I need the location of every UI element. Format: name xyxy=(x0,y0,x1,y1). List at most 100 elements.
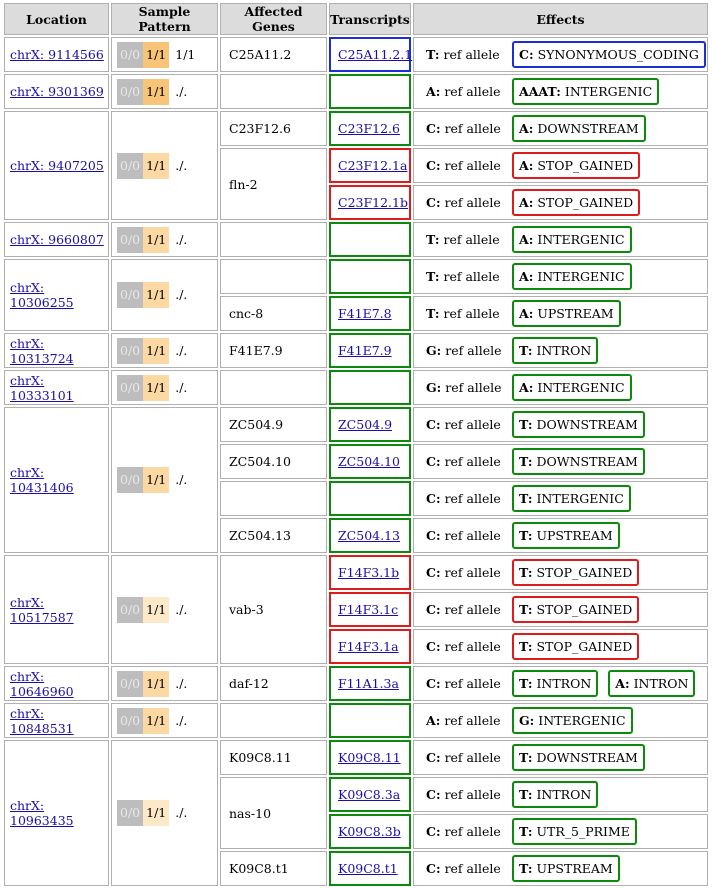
location-link[interactable]: chrX: 10517587 xyxy=(10,595,74,625)
ref-allele: C: ref allele xyxy=(426,565,512,580)
location-link[interactable]: chrX: 9114566 xyxy=(10,47,104,62)
effect-type: DOWNSTREAM xyxy=(536,417,638,432)
transcript-link[interactable]: ZC504.10 xyxy=(338,454,400,469)
effect-allele: T: xyxy=(519,750,533,765)
transcript-cell xyxy=(329,703,411,738)
effect-badge[interactable]: A: INTERGENIC xyxy=(512,263,632,290)
effect-badge[interactable]: T: INTRON xyxy=(512,781,599,808)
transcript-link[interactable]: ZC504.13 xyxy=(338,528,400,543)
transcript-link[interactable]: F14F3.1b xyxy=(338,565,399,580)
genotype-alt-badge: 1/1 xyxy=(143,374,170,401)
effect-badge[interactable]: T: DOWNSTREAM xyxy=(512,744,645,771)
ref-allele-label: ref allele xyxy=(444,713,501,728)
effect-allele: T: xyxy=(519,639,533,654)
transcript-link[interactable]: C23F12.6 xyxy=(338,121,400,136)
ref-allele-label: ref allele xyxy=(443,306,500,321)
location-link[interactable]: chrX: 10333101 xyxy=(10,373,74,403)
transcript-link[interactable]: C23F12.1a xyxy=(338,158,407,173)
sample-pattern-label: ./. xyxy=(175,157,188,173)
location-link[interactable]: chrX: 9660807 xyxy=(10,232,104,247)
location-cell: chrX: 9301369 xyxy=(4,74,109,109)
transcript-link[interactable]: K09C8.3a xyxy=(338,787,400,802)
location-link[interactable]: chrX: 10646960 xyxy=(10,669,74,699)
effect-type: INTERGENIC xyxy=(537,232,625,247)
ref-allele: C: ref allele xyxy=(426,861,512,876)
effect-badge[interactable]: T: DOWNSTREAM xyxy=(512,448,645,475)
effect-badge[interactable]: T: STOP_GAINED xyxy=(512,633,640,660)
location-link[interactable]: chrX: 9407205 xyxy=(10,158,104,173)
affected-gene-cell: F41E7.9 xyxy=(220,333,327,368)
location-cell: chrX: 10306255 xyxy=(4,259,109,331)
transcript-link[interactable]: C23F12.1b xyxy=(338,195,408,210)
effect-allele: T: xyxy=(519,861,533,876)
transcript-link[interactable]: F14F3.1a xyxy=(338,639,399,654)
effect-badge[interactable]: T: STOP_GAINED xyxy=(512,596,640,623)
ref-allele: T: ref allele xyxy=(426,306,512,321)
effect-type: DOWNSTREAM xyxy=(537,121,639,136)
table-row: chrX: 10313724 0/0 1/1 ./. F41E7.9 F41E7.9 G: … xyxy=(4,333,708,368)
effect-allele: A: xyxy=(519,380,534,395)
transcript-link[interactable]: F14F3.1c xyxy=(338,602,398,617)
effect-badge[interactable]: T: UPSTREAM xyxy=(512,855,620,882)
effect-badge[interactable]: A: INTERGENIC xyxy=(512,374,632,401)
effect-badge[interactable]: T: INTERGENIC xyxy=(512,485,631,512)
affected-gene-cell: cnc-8 xyxy=(220,296,327,331)
ref-allele: C: ref allele xyxy=(426,528,512,543)
genotype-ref-badge: 0/0 xyxy=(117,707,144,734)
effect-badge[interactable]: A: DOWNSTREAM xyxy=(512,115,646,142)
ref-allele-base: C: xyxy=(426,528,441,543)
ref-allele: C: ref allele xyxy=(426,787,512,802)
header-transcripts[interactable]: Transcripts xyxy=(329,3,411,35)
effects-cell: C: ref allele T: DOWNSTREAM xyxy=(413,740,708,775)
transcript-link[interactable]: F41E7.9 xyxy=(338,343,392,358)
transcript-link[interactable]: K09C8.11 xyxy=(338,750,401,765)
location-link[interactable]: chrX: 10431406 xyxy=(10,465,74,495)
affected-gene-cell xyxy=(220,481,327,516)
ref-allele-base: A: xyxy=(426,713,441,728)
transcript-link[interactable]: K09C8.3b xyxy=(338,824,401,839)
effect-badge[interactable]: T: INTRON xyxy=(512,670,599,697)
effect-badge[interactable]: A: INTERGENIC xyxy=(512,226,632,253)
header-affected-genes[interactable]: Affected Genes xyxy=(220,3,327,35)
effect-badge[interactable]: AAAT: INTERGENIC xyxy=(512,78,660,105)
genotype-ref-badge: 0/0 xyxy=(117,78,144,105)
header-sample-pattern[interactable]: Sample Pattern xyxy=(111,3,218,35)
location-cell: chrX: 10848531 xyxy=(4,703,109,738)
ref-allele: C: ref allele xyxy=(426,158,512,173)
transcript-link[interactable]: C25A11.2.1 xyxy=(338,47,412,62)
effects-cell: A: ref allele G: INTERGENIC xyxy=(413,703,708,738)
table-row: fln-2 C23F12.1a C: ref allele A: STOP_GAINE… xyxy=(4,148,708,220)
location-cell: chrX: 9407205 xyxy=(4,111,109,220)
ref-allele-label: ref allele xyxy=(444,861,501,876)
transcript-link[interactable]: ZC504.9 xyxy=(338,417,392,432)
location-link[interactable]: chrX: 10848531 xyxy=(10,706,74,736)
ref-allele-base: C: xyxy=(426,676,441,691)
header-effects[interactable]: Effects xyxy=(413,3,708,35)
effect-badge[interactable]: C: SYNONYMOUS_CODING xyxy=(512,41,706,68)
effect-badge[interactable]: A: INTRON xyxy=(608,670,696,697)
effect-badge[interactable]: T: INTRON xyxy=(512,337,599,364)
affected-gene-cell: ZC504.10 xyxy=(220,444,327,479)
transcript-cell: K09C8.t1 xyxy=(329,851,411,886)
transcript-link[interactable]: F41E7.8 xyxy=(338,306,392,321)
effect-badge[interactable]: T: STOP_GAINED xyxy=(512,559,640,586)
effect-badge[interactable]: T: UPSTREAM xyxy=(512,522,620,549)
header-location[interactable]: Location xyxy=(4,3,109,35)
effect-badge[interactable]: G: INTERGENIC xyxy=(512,707,633,734)
effect-badge[interactable]: T: UTR_5_PRIME xyxy=(512,818,637,845)
transcript-link[interactable]: F11A1.3a xyxy=(338,676,399,691)
effect-type: UTR_5_PRIME xyxy=(536,824,630,839)
effect-badge[interactable]: A: UPSTREAM xyxy=(512,300,621,327)
effect-badge[interactable]: A: STOP_GAINED xyxy=(512,189,641,216)
table-row: K09C8.t1 K09C8.t1 C: ref allele T: UPSTREAM xyxy=(4,851,708,886)
location-cell: chrX: 9114566 xyxy=(4,37,109,72)
location-link[interactable]: chrX: 10313724 xyxy=(10,336,74,366)
table-row: C: ref allele T: INTERGENIC xyxy=(4,481,708,516)
location-link[interactable]: chrX: 9301369 xyxy=(10,84,104,99)
effect-badge[interactable]: T: DOWNSTREAM xyxy=(512,411,645,438)
location-link[interactable]: chrX: 10963435 xyxy=(10,798,74,828)
effect-type: INTERGENIC xyxy=(537,269,625,284)
effect-badge[interactable]: A: STOP_GAINED xyxy=(512,152,641,179)
location-link[interactable]: chrX: 10306255 xyxy=(10,280,74,310)
transcript-link[interactable]: K09C8.t1 xyxy=(338,861,398,876)
